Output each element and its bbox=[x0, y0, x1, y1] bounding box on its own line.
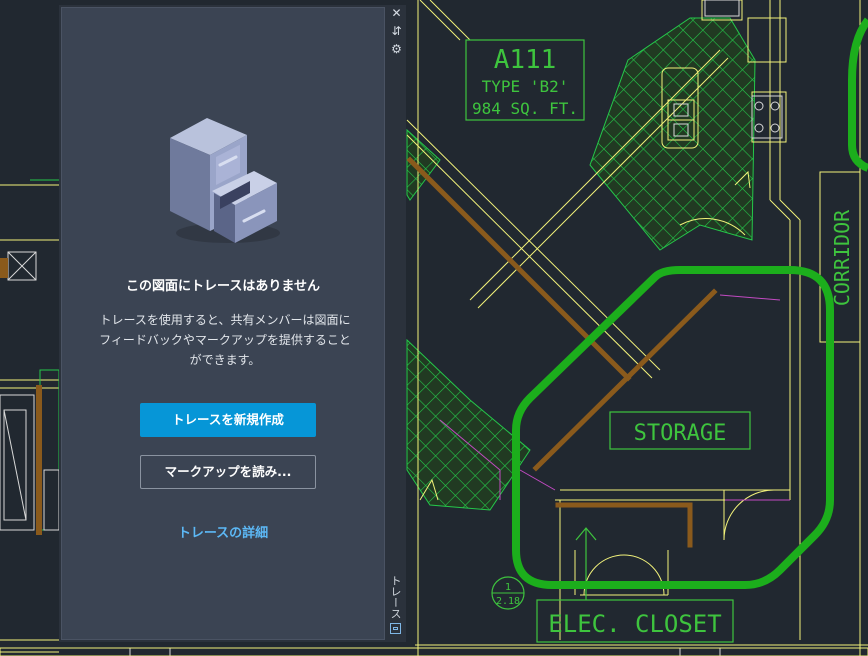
empty-state-heading: この図面にトレースはありません bbox=[126, 279, 320, 294]
empty-state-description: トレースを使用すると、共有メンバーは図面にフィードバックやマークアップを提供する… bbox=[99, 313, 351, 367]
callout-sheet: 2.18 bbox=[496, 596, 520, 607]
trace-panel-body: この図面にトレースはありません トレースを使用すると、共有メンバーは図面にフィー… bbox=[61, 7, 385, 640]
import-markup-button[interactable]: マークアップを読み... bbox=[140, 455, 316, 489]
elec-closet-label: ELEC. CLOSET bbox=[548, 610, 721, 638]
hatched-zone-upper bbox=[589, 17, 756, 251]
trace-palette: この図面にトレースはありません トレースを使用すると、共有メンバーは図面にフィー… bbox=[59, 5, 406, 642]
palette-title-bar[interactable]: ✕ ⇵ ⚙ トレース bbox=[387, 5, 406, 642]
gear-icon[interactable]: ⚙ bbox=[390, 43, 403, 56]
palette-title: トレース bbox=[389, 575, 402, 619]
close-icon[interactable]: ✕ bbox=[390, 7, 403, 20]
room-type: TYPE 'B2' bbox=[482, 77, 569, 96]
hatched-zone-left bbox=[406, 338, 531, 511]
callout-number: 1 bbox=[505, 582, 511, 593]
storage-label: STORAGE bbox=[634, 421, 727, 446]
corridor-label: CORRIDOR bbox=[830, 209, 854, 306]
pin-icon[interactable]: ⇵ bbox=[390, 25, 403, 38]
learn-about-traces-link[interactable]: トレースの詳細 bbox=[62, 522, 384, 541]
room-area: 984 SQ. FT. bbox=[472, 99, 578, 118]
room-number: A111 bbox=[494, 45, 557, 75]
create-trace-button[interactable]: トレースを新規作成 bbox=[140, 403, 316, 437]
left-drawing-fragments bbox=[0, 184, 60, 653]
file-cabinet-icon bbox=[170, 118, 280, 243]
trace-palette-icon bbox=[390, 623, 401, 634]
